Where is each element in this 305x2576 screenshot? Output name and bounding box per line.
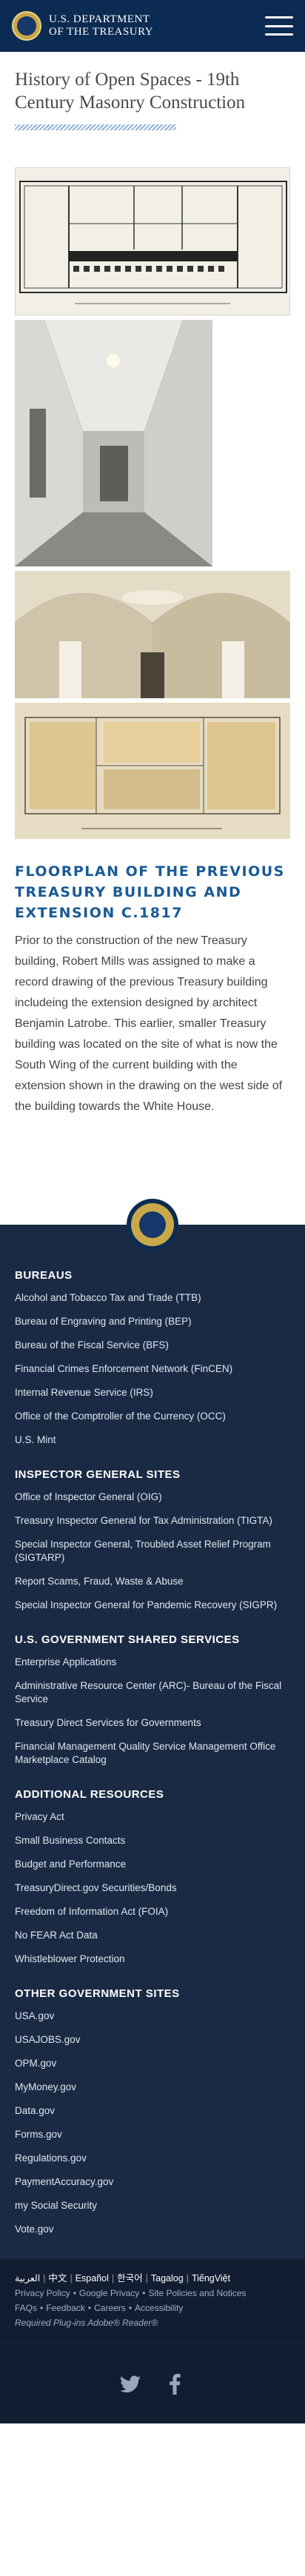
footer-section-title: U.S. GOVERNMENT SHARED SERVICES [15, 1633, 240, 1646]
brand-line-2: OF THE TREASURY [49, 26, 154, 38]
corridor-photo [15, 320, 212, 566]
footer-link[interactable]: PaymentAccuracy.gov [15, 2170, 290, 2194]
footer-link[interactable]: No FEAR Act Data [15, 1924, 290, 1947]
brand-name[interactable]: U.S. DEPARTMENT OF THE TREASURY [49, 13, 153, 39]
footer-link[interactable]: Vote.gov [15, 2218, 290, 2241]
separator: • [87, 2303, 92, 2313]
footer-link[interactable]: Office of Inspector General (OIG) [15, 1485, 290, 1509]
footer-link[interactable]: OPM.gov [15, 2052, 290, 2075]
footer-link[interactable]: Administrative Resource Center (ARC)- Bu… [15, 1674, 290, 1711]
footer-link[interactable]: Bureau of Engraving and Printing (BEP) [15, 1310, 290, 1334]
footer-seal-logo [127, 1199, 178, 1251]
language-link[interactable]: العربية [15, 2273, 40, 2284]
footer-meta-link[interactable]: Feedback [46, 2303, 85, 2313]
footer-link[interactable]: Special Inspector General for Pandemic R… [15, 1593, 290, 1617]
footer-link[interactable]: Financial Crimes Enforcement Network (Fi… [15, 1357, 290, 1381]
footer-link[interactable]: Financial Management Quality Service Man… [15, 1735, 290, 1772]
footer-link[interactable]: Forms.gov [15, 2123, 290, 2147]
footer-meta-link[interactable]: Google Privacy [79, 2288, 139, 2298]
footer-link[interactable]: Data.gov [15, 2099, 290, 2123]
language-link[interactable]: TiếngViệt [192, 2273, 230, 2284]
footer-link[interactable]: Freedom of Information Act (FOIA) [15, 1900, 290, 1924]
article-paragraph: Prior to the construction of the new Tre… [15, 934, 283, 1113]
required-plugins: Required Plug-ins Adobe® Reader® [15, 2315, 290, 2330]
footer-section-title: BUREAUS [15, 1269, 73, 1282]
language-list: العربية | 中文 | Español | 한국어 | Tagalog | TiếngViệt [15, 2271, 290, 2286]
separator: | [70, 2273, 73, 2284]
colored-floorplan-drawing-image [15, 703, 290, 839]
facebook-icon[interactable] [163, 2372, 187, 2396]
site-footer: BUREAUS Alcohol and Tobacco Tax and Trade… [0, 1225, 305, 2259]
footer-link[interactable]: Special Inspector General, Troubled Asse… [15, 1533, 290, 1570]
footer-link[interactable]: Treasury Direct Services for Governments [15, 1711, 290, 1735]
footer-meta-link[interactable]: Accessibility [135, 2303, 183, 2313]
footer-bottom: العربية | 中文 | Español | 한국어 | Tagalog | TiếngViệt… [0, 2259, 305, 2344]
separator: • [142, 2288, 146, 2298]
floorplan-drawing-image [15, 167, 290, 315]
footer-link[interactable]: Regulations.gov [15, 2147, 290, 2170]
footer-meta-link[interactable]: Privacy Policy [15, 2288, 70, 2298]
footer-link[interactable]: Small Business Contacts [15, 1829, 290, 1853]
footer-link[interactable]: Internal Revenue Service (IRS) [15, 1381, 290, 1405]
article-heading: FLOORPLAN OF THE PREVIOUS TREASURY BUILD… [15, 863, 285, 921]
treasury-seal-logo[interactable] [12, 11, 41, 41]
footer-link[interactable]: Whistleblower Protection [15, 1947, 290, 1971]
footer-meta-link[interactable]: Careers [94, 2303, 126, 2313]
footer-section-title: OTHER GOVERNMENT SITES [15, 1987, 180, 2000]
twitter-icon[interactable] [118, 2372, 142, 2396]
separator: | [186, 2273, 189, 2284]
separator: • [73, 2288, 76, 2298]
footer-meta-links: Privacy Policy • Google Privacy • Site Polic… [15, 2286, 290, 2315]
footer-link[interactable]: Treasury Inspector General for Tax Admin… [15, 1509, 290, 1533]
footer-link[interactable]: USAJOBS.gov [15, 2028, 290, 2052]
title-underline-decoration [15, 124, 176, 130]
page-title: History of Open Spaces - 19th Century Ma… [15, 70, 246, 113]
footer-link[interactable]: Privacy Act [15, 1805, 290, 1829]
hamburger-menu-icon[interactable] [265, 16, 293, 36]
separator: • [40, 2303, 44, 2313]
separator: | [145, 2273, 148, 2284]
footer-link[interactable]: USA.gov [15, 2004, 290, 2028]
footer-link[interactable]: TreasuryDirect.gov Securities/Bonds [15, 1876, 290, 1900]
social-links [0, 2344, 305, 2423]
language-link[interactable]: Español [76, 2273, 109, 2284]
footer-meta-link[interactable]: FAQs [15, 2303, 37, 2313]
vaulted-ceiling-photo [15, 571, 290, 698]
footer-link[interactable]: MyMoney.gov [15, 2075, 290, 2099]
language-link[interactable]: 中文 [48, 2273, 67, 2284]
brand-line-1: U.S. DEPARTMENT [49, 13, 150, 25]
footer-link[interactable]: Enterprise Applications [15, 1650, 290, 1674]
footer-section-title: ADDITIONAL RESOURCES [15, 1788, 164, 1801]
footer-link[interactable]: Alcohol and Tobacco Tax and Trade (TTB) [15, 1286, 290, 1310]
separator: | [111, 2273, 115, 2284]
plugins-label: Required Plug-ins [15, 2318, 86, 2328]
footer-link[interactable]: U.S. Mint [15, 1428, 290, 1452]
footer-meta-link[interactable]: Site Policies and Notices [148, 2288, 246, 2298]
footer-section-title: INSPECTOR GENERAL SITES [15, 1468, 181, 1481]
language-link[interactable]: Tagalog [151, 2273, 184, 2284]
adobe-reader-link[interactable]: Adobe® Reader® [87, 2318, 158, 2328]
footer-link[interactable]: Budget and Performance [15, 1853, 290, 1876]
footer-link[interactable]: Bureau of the Fiscal Service (BFS) [15, 1334, 290, 1357]
site-header: U.S. DEPARTMENT OF THE TREASURY [0, 0, 305, 52]
footer-link[interactable]: Office of the Comptroller of the Currenc… [15, 1405, 290, 1428]
footer-link[interactable]: Report Scams, Fraud, Waste & Abuse [15, 1570, 290, 1593]
separator: • [128, 2303, 133, 2313]
footer-link[interactable]: my Social Security [15, 2194, 290, 2218]
language-link[interactable]: 한국어 [117, 2273, 143, 2284]
separator: | [43, 2273, 46, 2284]
